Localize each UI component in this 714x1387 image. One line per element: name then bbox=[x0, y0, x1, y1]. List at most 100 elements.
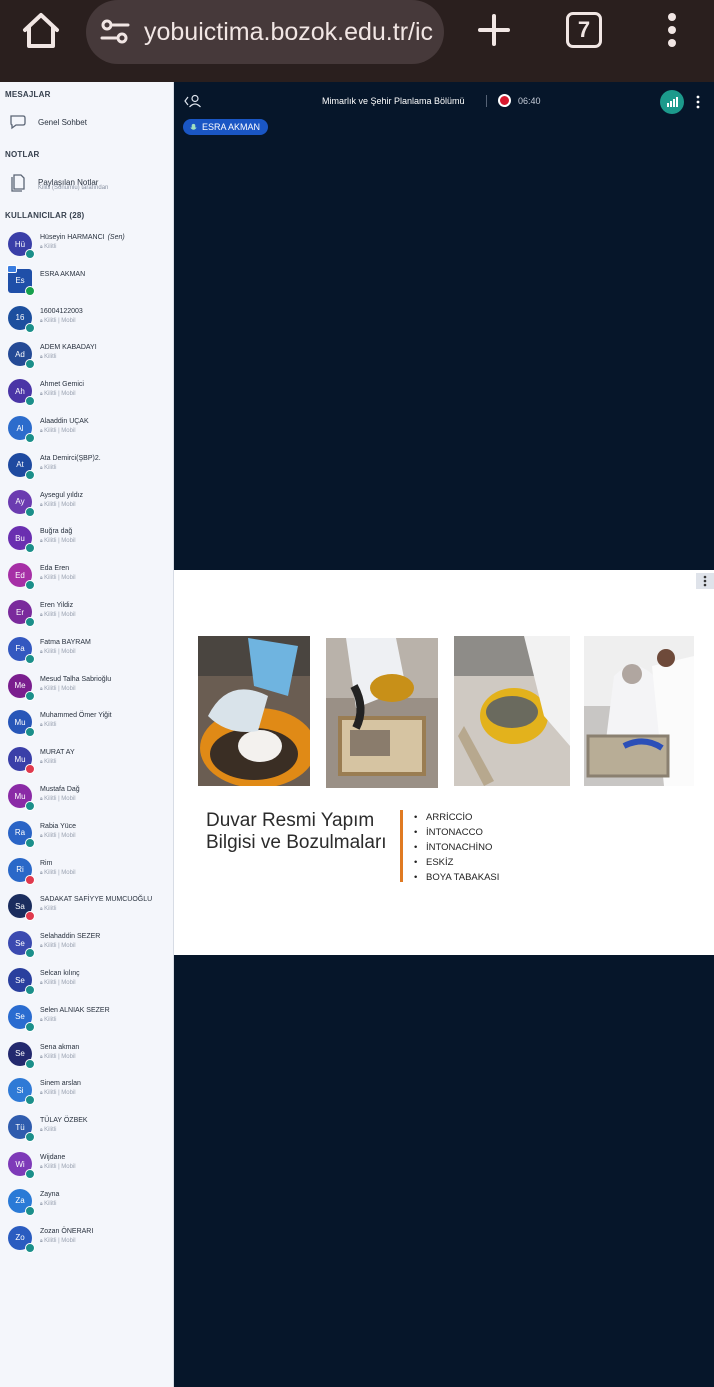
toggle-user-list-icon[interactable] bbox=[184, 94, 202, 108]
user-list-item[interactable]: Ed Eda Eren 🔒︎ Kilitli | Mobil bbox=[8, 563, 172, 595]
general-chat-item[interactable]: Genel Sohbet bbox=[8, 112, 87, 132]
slide-accent-bar bbox=[400, 810, 403, 882]
user-list-item[interactable]: Za Zayna 🔒︎ Kilitli bbox=[8, 1188, 172, 1221]
user-name: ESRA AKMAN bbox=[40, 271, 85, 278]
site-settings-icon[interactable] bbox=[100, 19, 130, 45]
user-list-item[interactable]: Ra Rabia Yüce 🔒︎ Kilitli | Mobil bbox=[8, 820, 172, 853]
user-list-item[interactable]: Mu Mustafa Dağ 🔒︎ Kilitli | Mobil bbox=[8, 784, 172, 816]
user-role-text: Kilitli bbox=[44, 1127, 57, 1134]
user-list-item[interactable]: Mu Muhammed Ömer Yiğit 🔒︎ Kilitli bbox=[8, 710, 172, 742]
user-role-label: 🔒︎ Kilitli | Mobil bbox=[40, 1054, 76, 1060]
user-role-label: 🔒︎ Kilitli bbox=[40, 465, 56, 471]
user-role-text: Kilitli bbox=[44, 464, 57, 471]
user-role-label: 🔒︎ Kilitli | Mobil bbox=[40, 428, 76, 434]
user-name-text: Alaaddin UÇAK bbox=[40, 418, 89, 425]
user-role-text: Kilitli | Mobil bbox=[44, 538, 76, 545]
user-role-label: 🔒︎ Kilitli | Mobil bbox=[40, 612, 76, 618]
mic-muted-icon bbox=[25, 874, 35, 885]
user-name: Fatma BAYRAM bbox=[40, 639, 91, 646]
user-list-item[interactable]: Ah Ahmet Gemici 🔒︎ Kilitli | Mobil bbox=[8, 379, 172, 411]
user-role-text: Kilitli bbox=[44, 759, 57, 766]
user-name: SADAKAT SAFİYYE MUMCUOĞLU bbox=[40, 896, 152, 903]
user-list-item[interactable]: Me Mesud Talha Sabrioğlu 🔒︎ Kilitli | Mobi… bbox=[8, 673, 172, 706]
new-tab-icon[interactable] bbox=[474, 10, 514, 50]
user-role-label: 🔒︎ Kilitli | Mobil bbox=[40, 980, 76, 986]
user-name-text: TÜLAY ÖZBEK bbox=[40, 1117, 88, 1125]
user-name: Muhammed Ömer Yiğit bbox=[40, 712, 112, 719]
user-role-text: Kilitli | Mobil bbox=[44, 428, 76, 434]
home-icon[interactable] bbox=[18, 10, 64, 50]
user-list-item[interactable]: Se Sena akman 🔒︎ Kilitli | Mobil bbox=[8, 1041, 172, 1074]
general-chat-label: Genel Sohbet bbox=[38, 117, 87, 127]
user-list-item[interactable]: Se Selcan kılınç 🔒︎ Kilitli | Mobil bbox=[8, 968, 172, 1000]
user-list-item[interactable]: Bu Buğra dağ 🔒︎ Kilitli | Mobil bbox=[8, 526, 172, 558]
user-name: Zayna bbox=[40, 1191, 59, 1198]
notes-section-title: NOTLAR bbox=[5, 150, 40, 159]
user-list-item[interactable]: Es ESRA AKMAN bbox=[7, 264, 172, 301]
recording-indicator[interactable] bbox=[498, 94, 511, 107]
user-name-text: Buğra dağ bbox=[40, 528, 73, 536]
user-list-item[interactable]: Si Sinem arslan 🔒︎ Kilitli | Mobil bbox=[8, 1078, 172, 1110]
user-list-item[interactable]: At Ata Demirci(ŞBP)2. 🔒︎ Kilitli bbox=[8, 452, 172, 485]
tab-switcher-button[interactable]: 7 bbox=[566, 12, 602, 48]
user-list-item[interactable]: Hü Hüseyin HARMANCI (Sen) 🔒︎ Kilitli bbox=[8, 232, 172, 264]
user-list-item[interactable]: Al Alaaddin UÇAK 🔒︎ Kilitli | Mobil bbox=[8, 416, 172, 448]
slide-title-line-2: Bilgisi ve Bozulmaları bbox=[206, 832, 387, 853]
user-name-text: Fatma BAYRAM bbox=[40, 638, 91, 646]
url-text[interactable]: yobuictima.bozok.edu.tr/ic bbox=[144, 18, 434, 47]
address-bar[interactable]: yobuictima.bozok.edu.tr/ic bbox=[86, 0, 444, 64]
user-list-item[interactable]: Se Selen ALNIAK SEZER 🔒︎ Kilitli bbox=[8, 1004, 172, 1037]
user-list-item[interactable]: Er Eren Yildiz 🔒︎ Kilitli | Mobil bbox=[8, 600, 172, 632]
user-role-label: 🔒︎ Kilitli | Mobil bbox=[40, 538, 76, 544]
mic-muted-icon bbox=[25, 764, 35, 775]
user-list-item[interactable]: 16 16004122003 🔒︎ Kilitli | Mobil bbox=[8, 305, 172, 338]
user-name: Alaaddin UÇAK bbox=[40, 418, 89, 425]
audio-status-icon bbox=[25, 1095, 35, 1106]
user-list-item[interactable]: Ri Rim 🔒︎ Kilitli | Mobil bbox=[8, 857, 172, 890]
user-role-label: 🔒︎ Kilitli bbox=[40, 354, 56, 360]
user-list-item[interactable]: Wi Wijdane 🔒︎ Kilitli | Mobil bbox=[8, 1152, 172, 1184]
user-name-text: SADAKAT SAFİYYE MUMCUOĞLU bbox=[40, 896, 153, 904]
user-name-text: Selcan kılınç bbox=[40, 970, 80, 977]
user-list-item[interactable]: Sa SADAKAT SAFİYYE MUMCUOĞLU 🔒︎ Kilitli bbox=[8, 894, 172, 926]
user-role-label: 🔒︎ Kilitli | Mobil bbox=[40, 391, 76, 397]
options-menu-icon[interactable] bbox=[694, 94, 702, 110]
user-list-item[interactable]: Ay Aysegul yıldız 🔒︎ Kilitli | Mobil bbox=[8, 489, 172, 522]
audio-status-icon bbox=[25, 469, 35, 480]
user-role-text: Kilitli | Mobil bbox=[44, 575, 76, 582]
slide-photo-3 bbox=[454, 636, 570, 786]
recording-time: 06:40 bbox=[518, 96, 541, 106]
user-role-label: 🔒︎ Kilitli | Mobil bbox=[40, 833, 76, 839]
presentation-slide: Duvar Resmi Yapım Bilgisi ve Bozulmaları… bbox=[174, 570, 714, 955]
user-role-text: Kilitli | Mobil bbox=[44, 1090, 76, 1097]
user-list-item[interactable]: Ad ADEM KABADAYI 🔒︎ Kilitli bbox=[8, 342, 172, 374]
meeting-top-bar: Mimarlık ve Şehir Planlama Bölümü 06:40 bbox=[174, 82, 714, 122]
audio-status-icon bbox=[25, 617, 35, 627]
user-list-item[interactable]: Fa Fatma BAYRAM 🔒︎ Kilitli | Mobil bbox=[8, 636, 172, 669]
user-list-item[interactable]: Se Selahaddin SEZER 🔒︎ Kilitli | Mobil bbox=[8, 931, 172, 963]
slide-bullet: ARRİCCİO bbox=[414, 810, 499, 825]
user-role-label: 🔒︎ Kilitli bbox=[40, 1201, 56, 1207]
user-name-text: Mesud Talha Sabrioğlu bbox=[40, 675, 112, 683]
user-role-text: Kilitli | Mobil bbox=[44, 1237, 76, 1244]
more-vert-icon[interactable] bbox=[662, 10, 682, 50]
user-role-label: 🔒︎ Kilitli bbox=[40, 722, 56, 728]
user-role-text: Kilitli | Mobil bbox=[44, 391, 76, 398]
user-name-text: 16004122003 bbox=[40, 307, 83, 315]
slide-title: Duvar Resmi Yapım Bilgisi ve Bozulmaları bbox=[206, 810, 387, 854]
microphone-icon bbox=[190, 123, 197, 130]
presentation-options-icon[interactable] bbox=[696, 573, 714, 589]
connection-status-button[interactable] bbox=[660, 90, 684, 114]
user-name: Wijdane bbox=[40, 1154, 65, 1161]
user-role-label: 🔒︎ Kilitli bbox=[40, 906, 56, 912]
user-list-item[interactable]: Zo Zozan ÖNERARI 🔒︎ Kilitli | Mobil bbox=[8, 1225, 172, 1258]
user-name-text: Sena akman bbox=[40, 1043, 80, 1051]
user-role-text: Kilitli | Mobil bbox=[44, 796, 76, 802]
user-name: Ata Demirci(ŞBP)2. bbox=[40, 455, 101, 462]
user-role-text: Kilitli bbox=[44, 1200, 57, 1207]
user-name-text: Ahmet Gemici bbox=[40, 381, 84, 389]
user-name-text: Rim bbox=[40, 859, 53, 867]
user-name: Sinem arslan bbox=[40, 1080, 81, 1087]
user-list-item[interactable]: Tü TÜLAY ÖZBEK 🔒︎ Kilitli bbox=[8, 1115, 172, 1147]
user-list-item[interactable]: Mu MURAT AY 🔒︎ Kilitli bbox=[8, 747, 172, 779]
